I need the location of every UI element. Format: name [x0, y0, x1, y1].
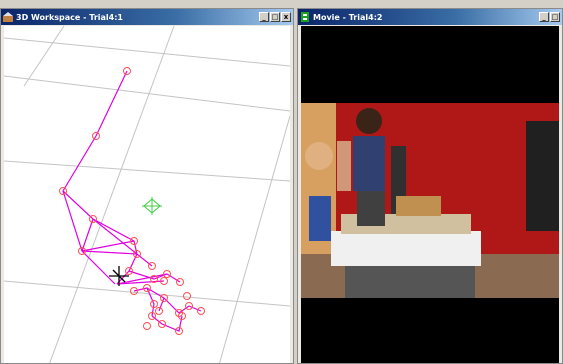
workspace-canvas[interactable]	[4, 26, 290, 363]
movie-titlebar[interactable]: Movie - Trial4:2 _ □	[298, 9, 562, 25]
workspace-title: 3D Workspace - Trial4:1	[16, 12, 123, 22]
marker-points	[59, 67, 205, 335]
workspace-window: 3D Workspace - Trial4:1 _ □ x	[0, 8, 294, 364]
minimize-button[interactable]: _	[259, 12, 269, 22]
minimize-button[interactable]: _	[539, 12, 549, 22]
close-button[interactable]: x	[281, 12, 291, 22]
maximize-button[interactable]: □	[550, 12, 560, 22]
maximize-button[interactable]: □	[270, 12, 280, 22]
workspace-app-icon	[3, 12, 13, 22]
movie-window: Movie - Trial4:2 _ □	[297, 8, 563, 364]
movie-view[interactable]	[301, 26, 559, 363]
video-image	[301, 103, 559, 298]
workspace-titlebar[interactable]: 3D Workspace - Trial4:1 _ □ x	[1, 9, 293, 25]
movie-app-icon	[301, 12, 309, 22]
floor-grid	[4, 26, 290, 363]
video-frame	[301, 26, 559, 363]
movie-title: Movie - Trial4:2	[313, 12, 383, 22]
green-diamond-marker-icon	[142, 197, 162, 215]
workspace-3d-view[interactable]	[4, 26, 290, 363]
